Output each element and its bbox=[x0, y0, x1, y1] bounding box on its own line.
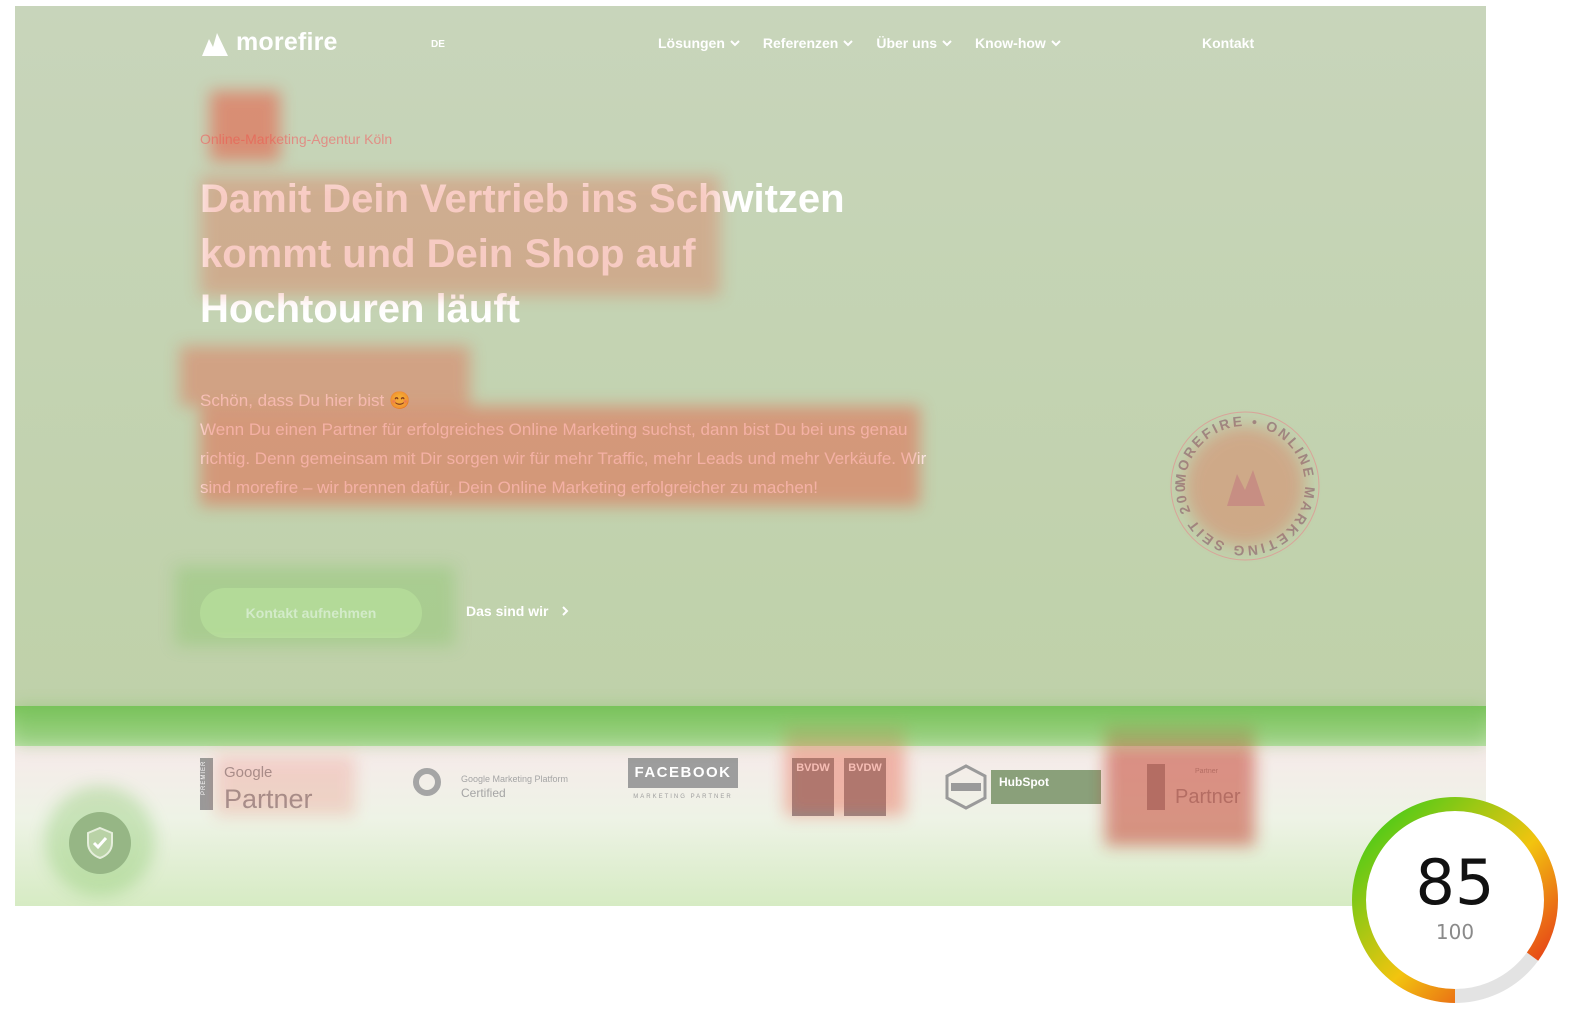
menu-item-loesungen[interactable]: Lösungen bbox=[658, 35, 741, 51]
chevron-down-icon bbox=[730, 40, 740, 47]
facebook-badge-title: FACEBOOK bbox=[628, 758, 738, 788]
seal-badge: MOREFIRE • ONLINE MARKETING SEIT 2005 • bbox=[1165, 406, 1320, 561]
hero-greeting: Schön, dass Du hier bist 😊 bbox=[200, 391, 411, 410]
nav-contact-link[interactable]: Kontakt bbox=[1202, 35, 1254, 51]
bvdw-badge-label: BVDW bbox=[848, 762, 882, 774]
menu-item-label: Know-how bbox=[975, 35, 1046, 51]
heatmap-screenshot: morefire DE Lösungen Referenzen Über uns… bbox=[15, 6, 1486, 906]
hero-body-text: Wenn Du einen Partner für erfolgreiches … bbox=[200, 420, 927, 497]
partner-badge-mark bbox=[1147, 764, 1165, 810]
score-value: 85 bbox=[1415, 846, 1495, 919]
hero-eyebrow: Online-Marketing-Agentur Köln bbox=[200, 131, 393, 147]
menu-item-referenzen[interactable]: Referenzen bbox=[763, 35, 854, 51]
chevron-right-icon bbox=[562, 606, 569, 616]
hexagon-badge-icon bbox=[945, 764, 987, 810]
menu-item-label: Lösungen bbox=[658, 35, 725, 51]
hubspot-ribbon: HubSpot bbox=[991, 770, 1101, 804]
top-navigation: morefire DE Lösungen Referenzen Über uns… bbox=[15, 6, 1486, 86]
gmp-badge-line1: Google Marketing Platform bbox=[461, 774, 569, 784]
gmp-ring-icon bbox=[413, 768, 441, 796]
partner-badge: Partner Partner bbox=[1135, 758, 1295, 818]
google-badge-line1: Google bbox=[224, 764, 273, 781]
privacy-shield-button[interactable] bbox=[69, 812, 131, 874]
google-partner-badge: PREMIER Google Partner bbox=[200, 758, 330, 816]
facebook-badge-subtitle: MARKETING PARTNER bbox=[633, 794, 733, 800]
contact-cta-button[interactable]: Kontakt aufnehmen bbox=[200, 588, 422, 638]
partner-badge-small: Partner bbox=[1195, 768, 1218, 775]
about-us-label: Das sind wir bbox=[466, 603, 549, 619]
google-badge-line2: Partner bbox=[224, 784, 313, 814]
menu-item-ueber-uns[interactable]: Über uns bbox=[876, 35, 953, 51]
chevron-down-icon bbox=[843, 40, 854, 47]
seal-text: MOREFIRE • ONLINE MARKETING SEIT 2005 • bbox=[1165, 406, 1316, 559]
gmp-certified-badge: Google Marketing Platform Certified bbox=[413, 766, 583, 806]
menu-item-label: Über uns bbox=[876, 35, 938, 51]
facebook-partner-badge: FACEBOOK MARKETING PARTNER bbox=[628, 758, 738, 806]
brand-logo[interactable]: morefire bbox=[200, 28, 338, 57]
main-menu: Lösungen Referenzen Über uns Know-how bbox=[658, 35, 1062, 51]
bvdw-badge-1: BVDW bbox=[792, 758, 834, 816]
hero-headline: Damit Dein Vertrieb ins Schwitzen kommt … bbox=[200, 177, 845, 331]
svg-text:MOREFIRE • ONLINE MARKETING SE: MOREFIRE • ONLINE MARKETING SEIT 2005 • bbox=[1165, 406, 1318, 559]
hero-intro: Schön, dass Du hier bist 😊 Wenn Du einen… bbox=[200, 386, 940, 502]
chevron-down-icon bbox=[1051, 40, 1061, 47]
bvdw-badge-label: BVDW bbox=[796, 762, 830, 774]
partner-badge-strip: PREMIER Google Partner Google Marketing … bbox=[15, 746, 1486, 906]
shield-check-icon bbox=[87, 826, 113, 860]
brand-name: morefire bbox=[236, 28, 338, 56]
menu-item-know-how[interactable]: Know-how bbox=[975, 35, 1062, 51]
menu-item-label: Referenzen bbox=[762, 35, 839, 51]
gmp-badge-line2: Certified bbox=[461, 786, 506, 800]
language-switcher[interactable]: DE bbox=[431, 39, 445, 50]
bvdw-badges: BVDW BVDW bbox=[792, 758, 892, 818]
flame-logo-icon bbox=[202, 32, 228, 56]
about-us-link[interactable]: Das sind wir bbox=[466, 603, 570, 619]
hubspot-partner-badge: HubSpot bbox=[943, 760, 1103, 810]
score-max: 100 bbox=[1435, 920, 1475, 944]
bvdw-badge-2: BVDW bbox=[844, 758, 886, 816]
divider-bar bbox=[15, 706, 1486, 750]
partner-badge-word: Partner bbox=[1175, 786, 1241, 808]
chevron-down-icon bbox=[942, 40, 952, 47]
hero-section: morefire DE Lösungen Referenzen Über uns… bbox=[15, 6, 1486, 706]
google-badge-vertical-text: PREMIER bbox=[201, 760, 207, 795]
